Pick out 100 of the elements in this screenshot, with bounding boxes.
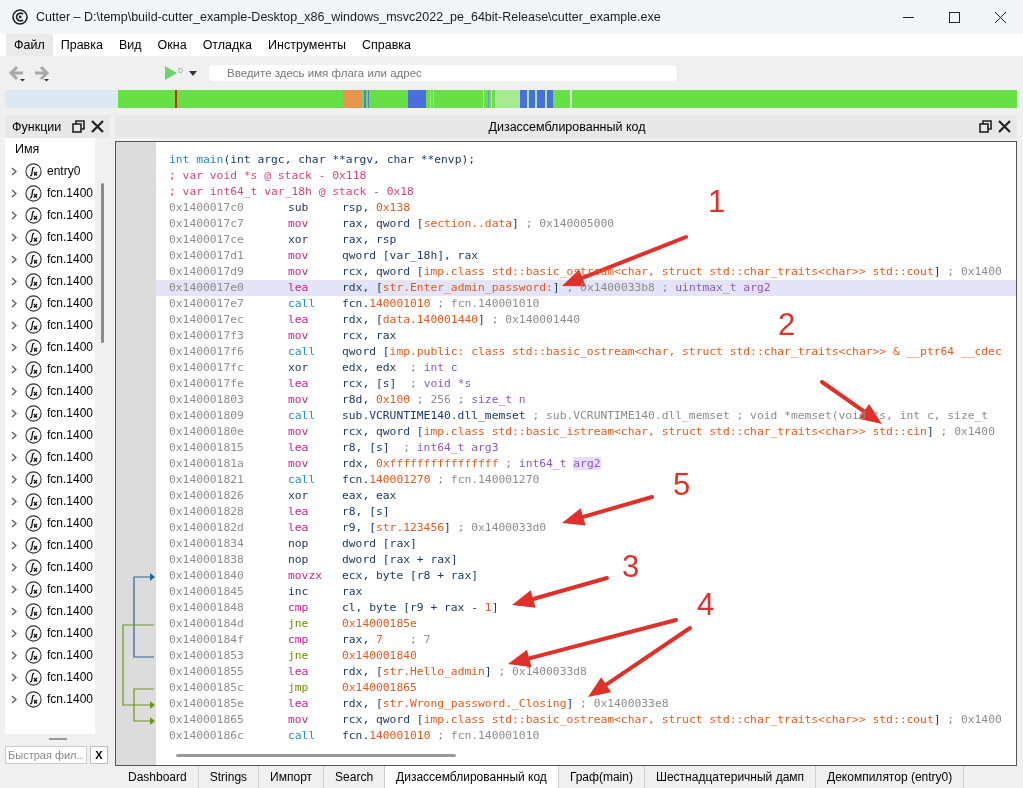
back-arrow-icon[interactable] bbox=[8, 64, 26, 82]
function-name[interactable]: fcn.1400 bbox=[47, 670, 94, 684]
function-name[interactable]: fcn.1400 bbox=[47, 494, 94, 508]
chevron-icon[interactable] bbox=[11, 232, 17, 242]
function-icon bbox=[25, 404, 42, 422]
function-name[interactable]: fcn.1400 bbox=[47, 274, 94, 288]
memory-map-bar[interactable] bbox=[5, 90, 1017, 108]
chevron-icon[interactable] bbox=[11, 474, 17, 484]
operands: rsp, 0x138 bbox=[342, 200, 411, 216]
function-icon bbox=[25, 382, 42, 400]
clear-filter-button[interactable]: X bbox=[90, 746, 108, 764]
function-name[interactable]: fcn.1400 bbox=[47, 450, 94, 464]
chevron-icon[interactable] bbox=[11, 694, 17, 704]
forward-arrow-icon[interactable] bbox=[32, 64, 50, 82]
column-header[interactable]: Имя bbox=[15, 142, 40, 156]
chevron-icon[interactable] bbox=[11, 496, 17, 506]
chevron-icon[interactable] bbox=[11, 518, 17, 528]
close-icon[interactable] bbox=[91, 120, 104, 133]
menu-item[interactable]: Вид bbox=[110, 34, 150, 56]
mnemonic: call bbox=[288, 728, 317, 744]
address: 0x1400017e0 bbox=[169, 280, 245, 296]
chevron-icon[interactable] bbox=[11, 386, 17, 396]
function-icon bbox=[25, 294, 42, 312]
function-name[interactable]: fcn.1400 bbox=[47, 252, 94, 266]
address: 0x14000180e bbox=[169, 424, 245, 440]
function-name[interactable]: fcn.1400 bbox=[47, 318, 94, 332]
function-name[interactable]: fcn.1400 bbox=[47, 340, 94, 354]
chevron-icon[interactable] bbox=[11, 628, 17, 638]
splitter-handle[interactable] bbox=[48, 738, 67, 740]
chevron-icon[interactable] bbox=[11, 298, 17, 308]
function-name[interactable]: fcn.1400 bbox=[47, 648, 94, 662]
app-logo-icon bbox=[12, 9, 28, 25]
function-name[interactable]: fcn.1400 bbox=[47, 516, 94, 530]
mnemonic: mov bbox=[288, 216, 310, 232]
function-name[interactable]: fcn.1400 bbox=[47, 406, 94, 420]
chevron-icon[interactable] bbox=[11, 276, 17, 286]
menu-item[interactable]: Файл bbox=[6, 34, 53, 56]
function-icon bbox=[25, 646, 42, 664]
function-name[interactable]: fcn.1400 bbox=[47, 428, 94, 442]
menu-item[interactable]: Правка bbox=[52, 34, 111, 56]
scrollbar-thumb[interactable] bbox=[176, 754, 456, 757]
function-name[interactable]: fcn.1400 bbox=[47, 604, 94, 618]
function-name[interactable]: entry0 bbox=[47, 164, 81, 178]
function-name[interactable]: fcn.1400 bbox=[47, 692, 94, 706]
mnemonic: mov bbox=[288, 424, 310, 440]
restore-icon[interactable] bbox=[979, 120, 992, 133]
function-name[interactable]: fcn.1400 bbox=[47, 362, 94, 376]
chevron-icon[interactable] bbox=[11, 342, 17, 352]
mnemonic: lea bbox=[288, 280, 310, 296]
operands: edx, edx ; int c bbox=[342, 360, 458, 376]
chevron-icon[interactable] bbox=[11, 562, 17, 572]
chevron-icon[interactable] bbox=[11, 584, 17, 594]
address: 0x14000182d bbox=[169, 520, 245, 536]
function-name[interactable]: fcn.1400 bbox=[47, 296, 94, 310]
function-name[interactable]: fcn.1400 bbox=[47, 472, 94, 486]
filter-field[interactable]: Быстрая фил... bbox=[5, 746, 87, 764]
operands: rdx, [data.140001440] ; 0x140001440 bbox=[342, 312, 581, 328]
chevron-icon[interactable] bbox=[11, 430, 17, 440]
address: 0x1400017fe bbox=[169, 376, 245, 392]
chevron-icon[interactable] bbox=[11, 606, 17, 616]
chevron-icon[interactable] bbox=[11, 254, 17, 264]
chevron-icon[interactable] bbox=[11, 166, 17, 176]
function-name[interactable]: fcn.1400 bbox=[47, 384, 94, 398]
address: 0x140001845 bbox=[169, 584, 245, 600]
tab[interactable]: Дизассемблированный код bbox=[385, 766, 559, 788]
chevron-icon[interactable] bbox=[11, 320, 17, 330]
function-name[interactable]: fcn.1400 bbox=[47, 626, 94, 640]
scrollbar-thumb[interactable] bbox=[101, 183, 104, 343]
menu-item[interactable]: Окна bbox=[149, 34, 195, 56]
menu-item[interactable]: Отладка bbox=[194, 34, 261, 56]
caret-icon[interactable] bbox=[189, 70, 198, 76]
chevron-icon[interactable] bbox=[11, 408, 17, 418]
menu-item[interactable]: Инструменты bbox=[260, 34, 354, 56]
operands: rdx, [str.Wrong_password._Closing] ; 0x1400033e8 bbox=[342, 696, 669, 712]
chevron-icon[interactable] bbox=[11, 650, 17, 660]
mnemonic: mov bbox=[288, 712, 310, 728]
chevron-icon[interactable] bbox=[11, 188, 17, 198]
function-name[interactable]: fcn.1400 bbox=[47, 208, 94, 222]
search-field[interactable]: Введите здесь имя флага или адрес bbox=[209, 65, 678, 81]
chevron-icon[interactable] bbox=[11, 210, 17, 220]
function-name[interactable]: fcn.1400 bbox=[47, 186, 94, 200]
operands: qword [imp.public: class std::basic_ostream<char, struct std::char_traits<char>> & __ptr64 __cdec bbox=[342, 344, 1002, 360]
function-name[interactable]: fcn.1400 bbox=[47, 560, 94, 574]
mnemonic: call bbox=[288, 296, 317, 312]
function-name[interactable]: fcn.1400 bbox=[47, 538, 94, 552]
function-name[interactable]: fcn.1400 bbox=[47, 230, 94, 244]
restore-icon[interactable] bbox=[72, 120, 85, 133]
mnemonic: mov bbox=[288, 392, 310, 408]
menu-item[interactable]: Справка bbox=[354, 34, 420, 56]
operands: dword [rax] bbox=[342, 536, 417, 552]
chevron-icon[interactable] bbox=[11, 672, 17, 682]
operands: cl, byte [r9 + rax - 1] bbox=[342, 600, 499, 616]
address: 0x1400017d9 bbox=[169, 264, 245, 280]
chevron-icon[interactable] bbox=[11, 540, 17, 550]
chevron-icon[interactable] bbox=[11, 364, 17, 374]
address: 0x1400017ce bbox=[169, 232, 245, 248]
close-icon[interactable] bbox=[998, 120, 1011, 133]
chevron-icon[interactable] bbox=[11, 452, 17, 462]
function-name[interactable]: fcn.1400 bbox=[47, 582, 94, 596]
mnemonic: jne bbox=[288, 616, 310, 632]
